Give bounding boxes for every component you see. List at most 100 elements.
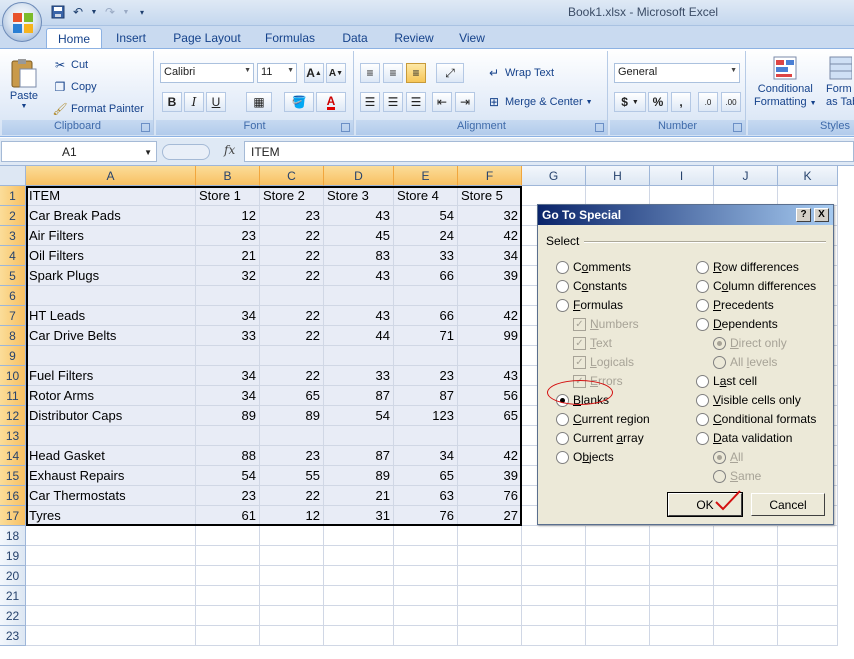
- tab-review[interactable]: Review: [388, 28, 440, 48]
- undo-icon[interactable]: ↶: [70, 4, 86, 20]
- cell-b7[interactable]: 34: [196, 306, 260, 326]
- cell-f10[interactable]: 43: [458, 366, 522, 386]
- cell-a6[interactable]: [26, 286, 196, 306]
- cell-a16[interactable]: Car Thermostats: [26, 486, 196, 506]
- cell-a23[interactable]: [26, 626, 196, 646]
- cell-h20[interactable]: [586, 566, 650, 586]
- cell-f13[interactable]: [458, 426, 522, 446]
- cell-c14[interactable]: 23: [260, 446, 324, 466]
- radio-precedents[interactable]: Precedents: [696, 298, 774, 312]
- cell-a20[interactable]: [26, 566, 196, 586]
- cell-b12[interactable]: 89: [196, 406, 260, 426]
- paste-button[interactable]: Paste ▼: [8, 57, 40, 110]
- cell-f17[interactable]: 27: [458, 506, 522, 526]
- format-as-table-button[interactable]: Form as Tab: [826, 55, 854, 109]
- cell-b13[interactable]: [196, 426, 260, 446]
- row-header-22[interactable]: 22: [0, 606, 26, 626]
- cell-a8[interactable]: Car Drive Belts: [26, 326, 196, 346]
- row-header-15[interactable]: 15: [0, 466, 26, 486]
- tab-data[interactable]: Data: [334, 28, 376, 48]
- cell-a15[interactable]: Exhaust Repairs: [26, 466, 196, 486]
- cell-f16[interactable]: 76: [458, 486, 522, 506]
- radio-last-cell[interactable]: Last cell: [696, 374, 757, 388]
- cell-a12[interactable]: Distributor Caps: [26, 406, 196, 426]
- cell-e6[interactable]: [394, 286, 458, 306]
- clipboard-dialog-launcher-icon[interactable]: [141, 123, 150, 132]
- cell-a9[interactable]: [26, 346, 196, 366]
- cell-a21[interactable]: [26, 586, 196, 606]
- underline-button[interactable]: U: [206, 92, 226, 112]
- cell-f1[interactable]: Store 5: [458, 186, 522, 206]
- cell-f22[interactable]: [458, 606, 522, 626]
- row-header-11[interactable]: 11: [0, 386, 26, 406]
- bottom-align-button[interactable]: ≡: [406, 63, 426, 83]
- column-header-d[interactable]: D: [324, 166, 394, 186]
- cell-f15[interactable]: 39: [458, 466, 522, 486]
- cell-c6[interactable]: [260, 286, 324, 306]
- cell-d12[interactable]: 54: [324, 406, 394, 426]
- ok-button[interactable]: OK: [667, 492, 743, 517]
- cell-e14[interactable]: 34: [394, 446, 458, 466]
- increase-indent-button[interactable]: ⇥: [455, 92, 475, 112]
- cell-d23[interactable]: [324, 626, 394, 646]
- cell-c12[interactable]: 89: [260, 406, 324, 426]
- cell-d19[interactable]: [324, 546, 394, 566]
- customize-toolbar-icon[interactable]: ▾: [134, 4, 150, 20]
- cell-d18[interactable]: [324, 526, 394, 546]
- tab-home[interactable]: Home: [46, 28, 102, 48]
- grow-font-button[interactable]: A ▲: [304, 63, 324, 83]
- tab-page-layout[interactable]: Page Layout: [166, 28, 248, 48]
- cell-a19[interactable]: [26, 546, 196, 566]
- cell-c10[interactable]: 22: [260, 366, 324, 386]
- radio-dependents[interactable]: Dependents: [696, 317, 778, 331]
- cell-g23[interactable]: [522, 626, 586, 646]
- cell-f20[interactable]: [458, 566, 522, 586]
- cell-b19[interactable]: [196, 546, 260, 566]
- cell-e3[interactable]: 24: [394, 226, 458, 246]
- cell-d20[interactable]: [324, 566, 394, 586]
- cell-a17[interactable]: Tyres: [26, 506, 196, 526]
- cell-f9[interactable]: [458, 346, 522, 366]
- fill-color-button[interactable]: 🪣: [284, 92, 314, 112]
- cell-b4[interactable]: 21: [196, 246, 260, 266]
- bold-button[interactable]: B: [162, 92, 182, 112]
- row-header-9[interactable]: 9: [0, 346, 26, 366]
- row-header-2[interactable]: 2: [0, 206, 26, 226]
- cell-f11[interactable]: 56: [458, 386, 522, 406]
- cell-a2[interactable]: Car Break Pads: [26, 206, 196, 226]
- cell-k20[interactable]: [778, 566, 838, 586]
- cell-k21[interactable]: [778, 586, 838, 606]
- column-header-e[interactable]: E: [394, 166, 458, 186]
- shrink-font-button[interactable]: A ▼: [326, 63, 346, 83]
- number-dialog-launcher-icon[interactable]: [733, 123, 742, 132]
- formula-bar-expand-handle[interactable]: [162, 144, 210, 160]
- cell-c1[interactable]: Store 2: [260, 186, 324, 206]
- font-size-select[interactable]: 11 ▼: [257, 63, 297, 83]
- row-header-7[interactable]: 7: [0, 306, 26, 326]
- cell-e23[interactable]: [394, 626, 458, 646]
- row-header-21[interactable]: 21: [0, 586, 26, 606]
- name-box-dropdown-icon[interactable]: ▼: [144, 148, 152, 157]
- increase-decimal-button[interactable]: .0: [698, 92, 718, 112]
- close-icon[interactable]: X: [814, 208, 829, 222]
- cell-c18[interactable]: [260, 526, 324, 546]
- cell-c2[interactable]: 23: [260, 206, 324, 226]
- cell-e13[interactable]: [394, 426, 458, 446]
- row-header-23[interactable]: 23: [0, 626, 26, 646]
- cell-i20[interactable]: [650, 566, 714, 586]
- cell-i19[interactable]: [650, 546, 714, 566]
- cell-g21[interactable]: [522, 586, 586, 606]
- merge-center-button[interactable]: ⊞ Merge & Center ▼: [486, 94, 593, 110]
- cell-d14[interactable]: 87: [324, 446, 394, 466]
- number-format-select[interactable]: General ▼: [614, 63, 740, 83]
- cell-e7[interactable]: 66: [394, 306, 458, 326]
- cell-c21[interactable]: [260, 586, 324, 606]
- cell-a5[interactable]: Spark Plugs: [26, 266, 196, 286]
- undo-dropdown-icon[interactable]: ▼: [90, 4, 98, 20]
- cell-j1[interactable]: [714, 186, 778, 206]
- cell-g18[interactable]: [522, 526, 586, 546]
- cell-b20[interactable]: [196, 566, 260, 586]
- cell-j18[interactable]: [714, 526, 778, 546]
- cell-h19[interactable]: [586, 546, 650, 566]
- conditional-formatting-button[interactable]: Conditional Formatting ▼: [754, 55, 817, 110]
